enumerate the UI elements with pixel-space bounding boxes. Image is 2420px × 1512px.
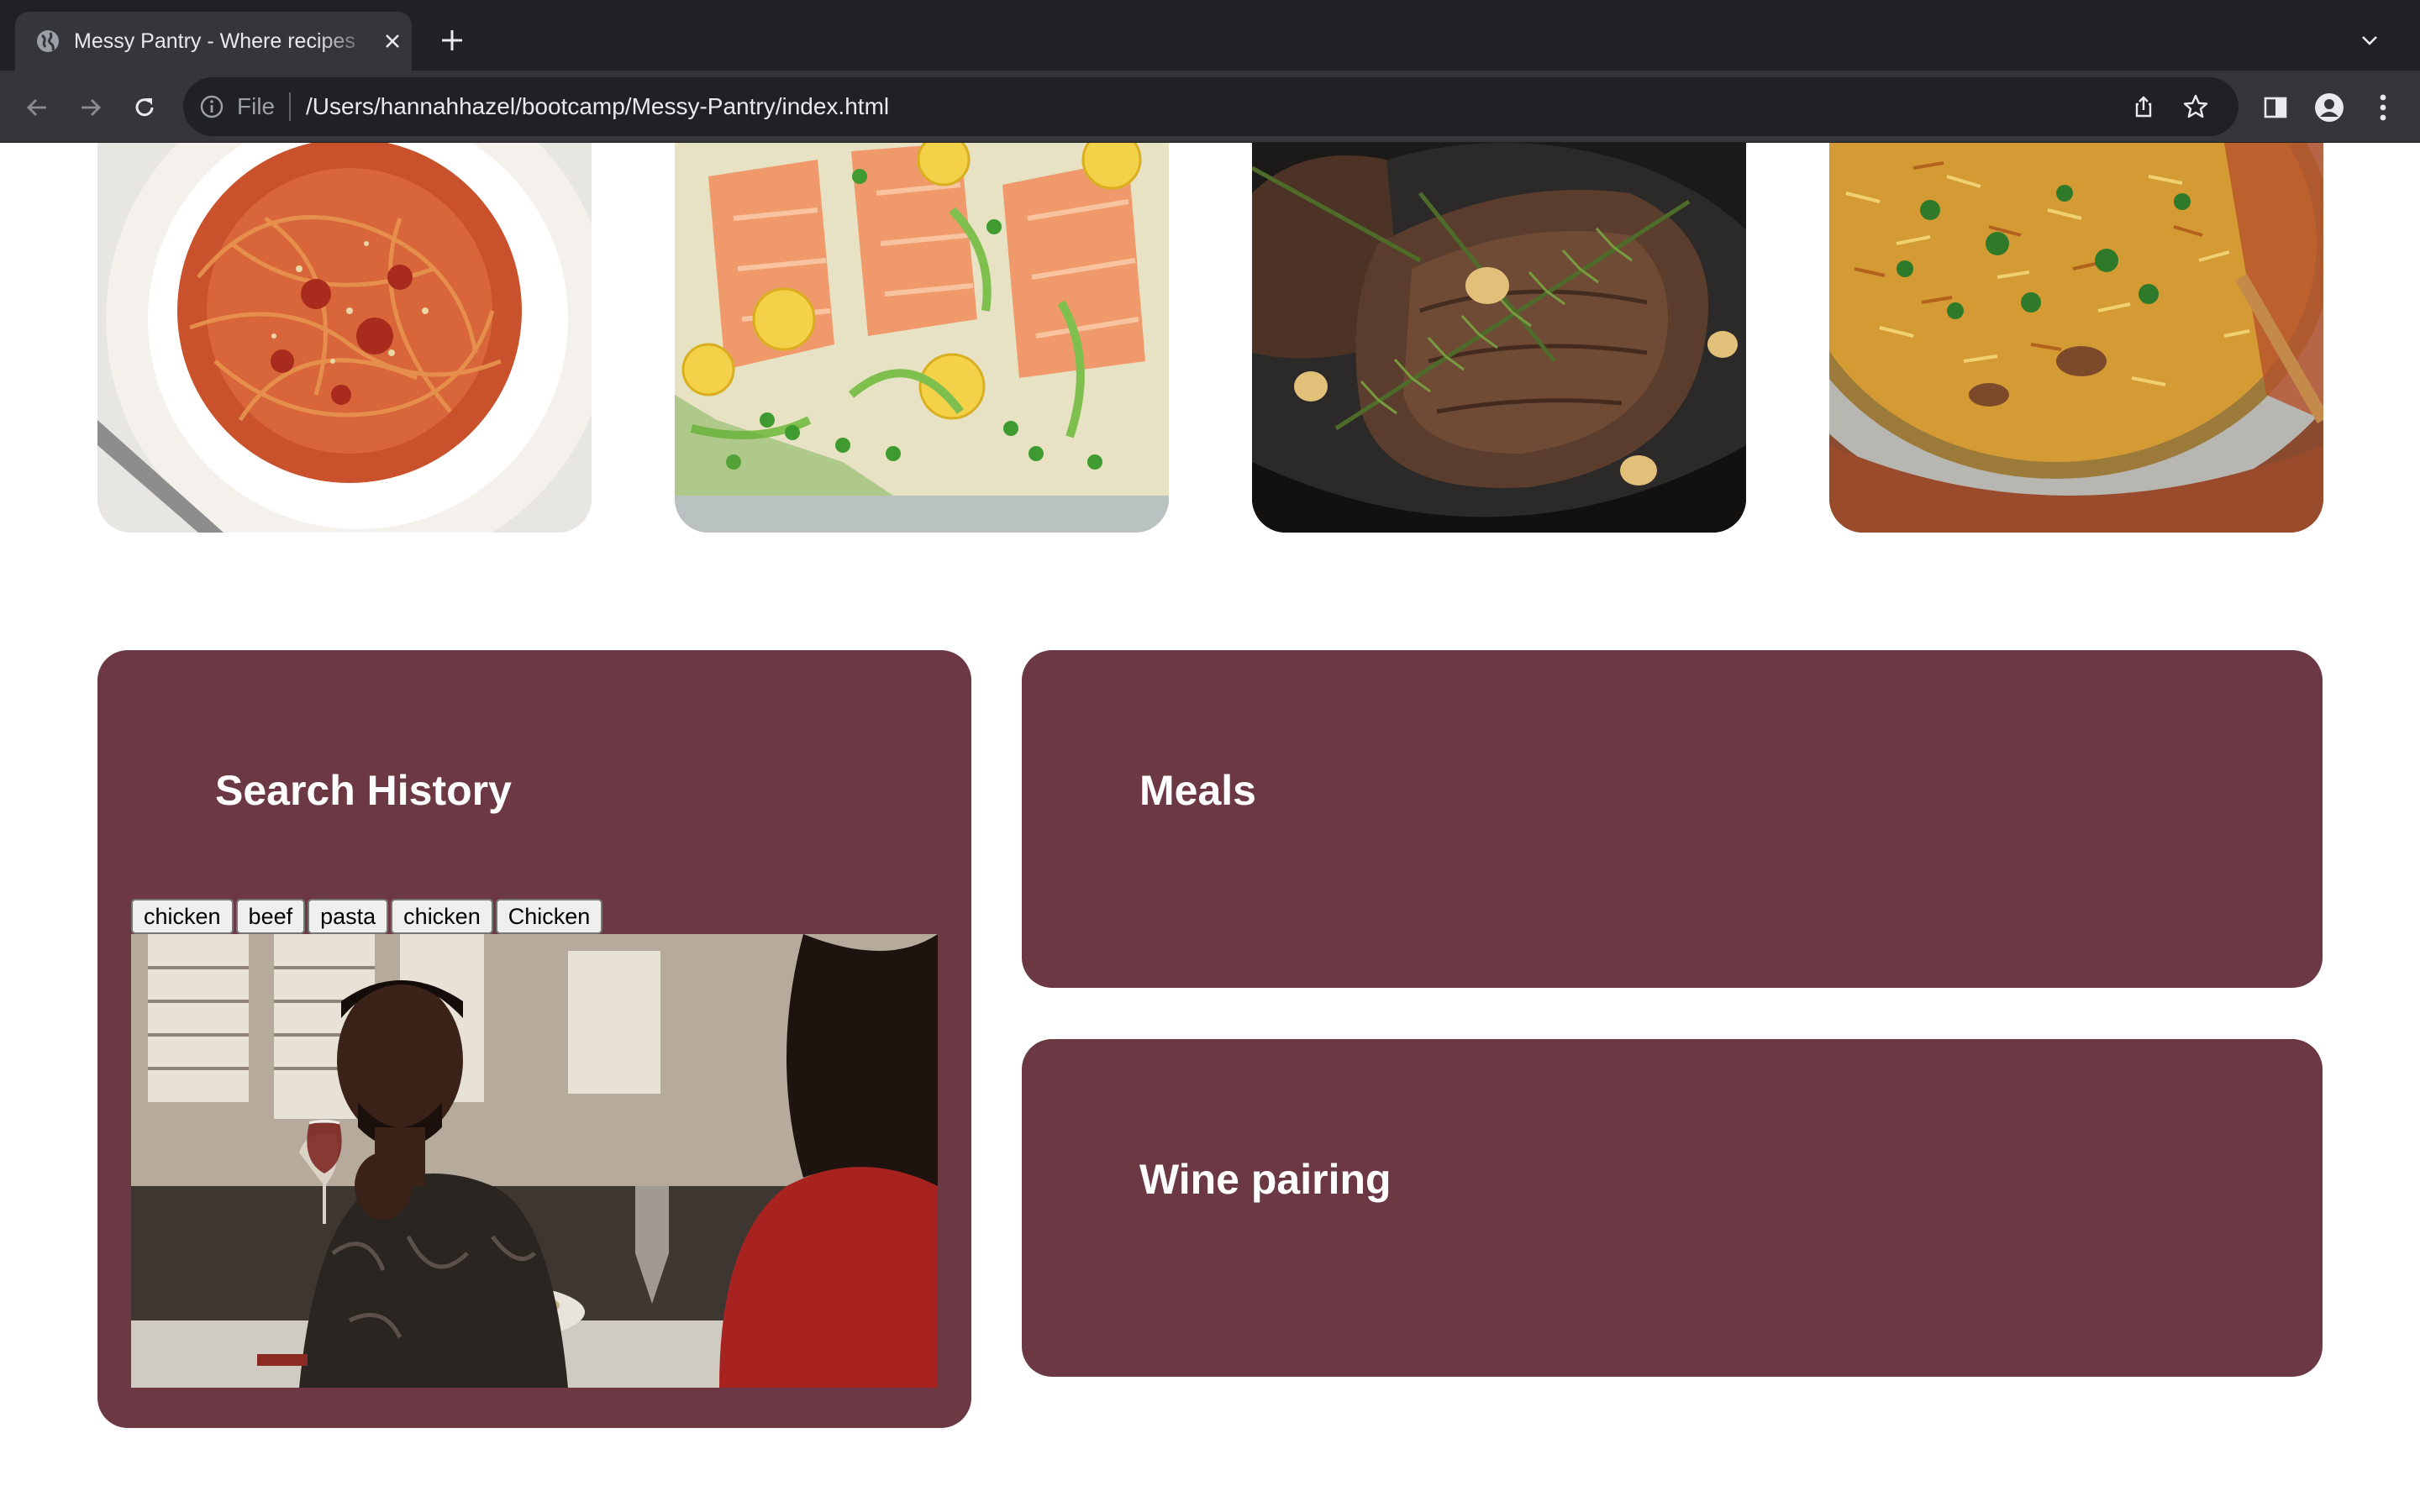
history-button-chicken-2[interactable]: chicken: [391, 899, 493, 934]
new-tab-plus-icon[interactable]: [434, 22, 471, 59]
chevron-down-icon[interactable]: [2353, 24, 2386, 57]
browser-tab[interactable]: Messy Pantry - Where recipes: [15, 12, 412, 71]
history-button-chicken-capitalized[interactable]: Chicken: [495, 899, 603, 934]
tab-title: Messy Pantry - Where recipes: [74, 29, 355, 53]
meals-title: Meals: [1139, 767, 1256, 814]
address-bar[interactable]: File /Users/hannahhazel/bootcamp/Messy-P…: [183, 77, 2238, 136]
bookmark-star-icon[interactable]: [2180, 91, 2212, 123]
kebab-menu-icon[interactable]: [2363, 87, 2403, 128]
forward-arrow-icon[interactable]: [71, 87, 111, 128]
history-button-beef[interactable]: beef: [235, 899, 306, 934]
share-icon[interactable]: [2128, 91, 2160, 123]
wine-dinner-image: [131, 934, 938, 1388]
wine-pairing-card: Wine pairing: [1022, 1039, 2323, 1377]
side-panel-icon[interactable]: [2255, 87, 2296, 128]
url-text[interactable]: /Users/hannahhazel/bootcamp/Messy-Pantry…: [306, 93, 889, 120]
close-icon[interactable]: [378, 27, 407, 55]
browser-toolbar: File /Users/hannahhazel/bootcamp/Messy-P…: [0, 71, 2420, 143]
history-button-chicken[interactable]: chicken: [131, 899, 234, 934]
page-viewport: Search History chicken beef pasta chicke…: [0, 143, 2420, 1512]
spaghetti-image: [97, 143, 592, 533]
search-history-buttons: chicken beef pasta chicken Chicken: [131, 899, 603, 934]
steak-image: [1252, 143, 1746, 533]
search-history-title: Search History: [215, 767, 512, 814]
info-icon[interactable]: [198, 93, 225, 120]
meals-card: Meals: [1022, 650, 2323, 988]
url-scheme: File: [237, 93, 276, 119]
back-arrow-icon[interactable]: [17, 87, 57, 128]
salmon-image: [675, 143, 1169, 533]
browser-tabstrip: Messy Pantry - Where recipes: [0, 0, 2420, 71]
profile-icon[interactable]: [2309, 87, 2349, 128]
url-divider: [289, 92, 291, 121]
history-button-pasta[interactable]: pasta: [308, 899, 389, 934]
globe-icon: [35, 29, 60, 54]
wine-pairing-title: Wine pairing: [1139, 1156, 1392, 1203]
reload-icon[interactable]: [124, 87, 165, 128]
biryani-image: [1829, 143, 2323, 533]
